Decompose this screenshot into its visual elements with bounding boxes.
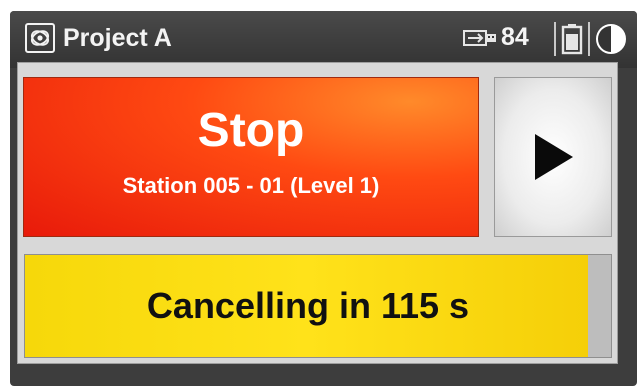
title-bar: Project A 84	[10, 11, 637, 68]
project-title: Project A	[63, 24, 172, 52]
battery-level: 84	[501, 23, 529, 51]
surveyor-logo-icon[interactable]	[25, 23, 55, 53]
countdown-progress-bar: Cancelling in 115 s	[24, 254, 612, 358]
contrast-icon[interactable]	[595, 23, 627, 55]
play-icon	[533, 132, 575, 182]
usb-icon	[463, 28, 499, 48]
stop-button[interactable]: Stop Station 005 - 01 (Level 1)	[23, 77, 479, 237]
divider	[588, 22, 590, 56]
play-button[interactable]	[494, 77, 612, 237]
divider	[554, 22, 556, 56]
stop-label: Stop	[197, 104, 305, 157]
battery-icon	[561, 23, 583, 55]
countdown-label: Cancelling in 115 s	[146, 285, 470, 326]
station-label: Station 005 - 01 (Level 1)	[122, 173, 380, 198]
